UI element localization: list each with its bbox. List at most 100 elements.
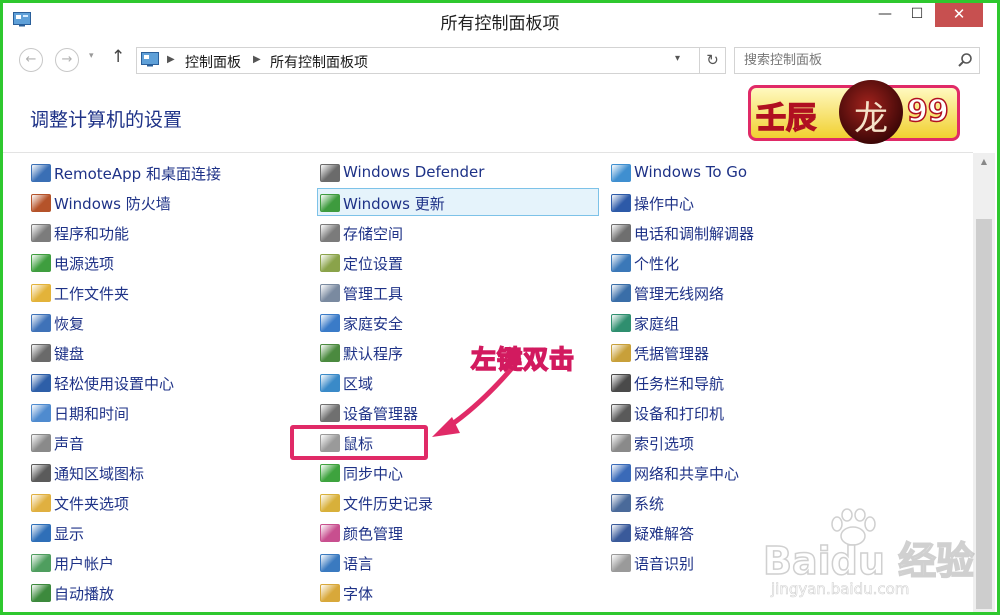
control-panel-item[interactable]: 电源选项 [28,248,288,276]
family-safety-icon [320,314,340,332]
control-panel-item[interactable]: 个性化 [608,248,848,276]
control-panel-item-label: 索引选项 [634,435,695,453]
control-panel-item-label: 管理无线网络 [634,285,725,303]
dragon-logo-glyph: 龙 [854,99,888,139]
control-panel-item[interactable]: 管理工具 [317,278,599,306]
fonts-icon [320,584,340,602]
control-panel-item[interactable]: 声音 [28,428,288,456]
control-panel-item[interactable]: 用户帐户 [28,548,288,576]
windows-defender-icon [320,164,340,182]
breadcrumb-all-items[interactable]: 所有控制面板项 [270,52,368,72]
mouse-item-highlight-box [290,425,428,460]
control-panel-item-label: 家庭组 [634,315,680,333]
dragon-logo: 龙 [839,80,903,144]
control-panel-item-label: 个性化 [634,255,680,273]
control-panel-item[interactable]: 电话和调制解调器 [608,218,848,246]
baidu-watermark: Baidu 经验 jingyan.baidu.com [753,508,983,603]
control-panel-item[interactable]: 文件夹选项 [28,488,288,516]
control-panel-item-label: 用户帐户 [54,555,115,573]
control-panel-item-label: 电源选项 [54,255,115,273]
search-input[interactable] [735,48,944,73]
default-programs-icon [320,344,340,362]
control-panel-item-label: 文件夹选项 [54,495,130,513]
search-icon[interactable] [957,52,973,68]
control-panel-item[interactable]: 文件历史记录 [317,488,599,516]
storage-spaces-icon [320,224,340,242]
control-panel-item-label: 系统 [634,495,665,513]
control-panel-item[interactable]: 恢复 [28,308,288,336]
control-panel-item[interactable]: 轻松使用设置中心 [28,368,288,396]
control-panel-item-label: 恢复 [54,315,85,333]
recent-locations-button[interactable]: ▾ [89,51,94,61]
control-panel-item-label: 显示 [54,525,85,543]
control-panel-item[interactable]: 设备和打印机 [608,398,848,426]
control-panel-item[interactable]: 日期和时间 [28,398,288,426]
breadcrumb-separator: ▶ [167,54,175,65]
control-panel-item[interactable]: Windows To Go [608,158,848,186]
control-panel-item[interactable]: 通知区域图标 [28,458,288,486]
scroll-up-arrow-icon[interactable]: ▲ [973,153,995,171]
control-panel-item-label: 操作中心 [634,195,695,213]
control-panel-item-label: 电话和调制解调器 [634,225,755,243]
up-button[interactable]: ↑ [111,47,125,67]
work-folders-icon [31,284,51,302]
control-panel-item[interactable]: 字体 [317,578,599,606]
control-panel-item[interactable]: 颜色管理 [317,518,599,546]
control-panel-item-label: 网络和共享中心 [634,465,740,483]
control-panel-item[interactable]: 操作中心 [608,188,848,216]
control-panel-item[interactable]: RemoteApp 和桌面连接 [28,158,288,186]
control-panel-item[interactable]: 定位设置 [317,248,599,276]
windows-to-go-icon [611,164,631,182]
control-panel-item[interactable]: 程序和功能 [28,218,288,246]
control-panel-item[interactable]: 键盘 [28,338,288,366]
control-panel-item[interactable]: 存储空间 [317,218,599,246]
control-panel-item[interactable]: 自动播放 [28,578,288,606]
control-panel-item[interactable]: 工作文件夹 [28,278,288,306]
troubleshooting-icon [611,524,631,542]
control-panel-item-label: 同步中心 [343,465,404,483]
address-history-dropdown[interactable]: ▾ [675,53,680,64]
control-panel-item[interactable]: 家庭安全 [317,308,599,336]
control-panel-item[interactable]: 语言 [317,548,599,576]
control-panel-item-label: 设备和打印机 [634,405,725,423]
homegroup-icon [611,314,631,332]
maximize-button[interactable]: ☐ [903,3,931,27]
control-panel-item[interactable]: 网络和共享中心 [608,458,848,486]
control-panel-item[interactable]: 家庭组 [608,308,848,336]
control-panel-item-label: 声音 [54,435,85,453]
back-button[interactable]: ← [19,48,43,72]
breadcrumb-separator: ▶ [253,54,261,65]
control-panel-item-label: RemoteApp 和桌面连接 [54,165,221,183]
control-panel-item[interactable]: 显示 [28,518,288,546]
breadcrumb-control-panel[interactable]: 控制面板 [185,52,241,72]
display-icon [31,524,51,542]
control-panel-item[interactable]: 同步中心 [317,458,599,486]
control-panel-item-label: 日期和时间 [54,405,130,423]
control-panel-item-label: 疑难解答 [634,525,695,543]
forward-button[interactable]: → [55,48,79,72]
control-panel-item[interactable]: Windows Defender [317,158,599,186]
address-bar[interactable]: ▶ 控制面板 ▶ 所有控制面板项 ▾ [136,47,700,74]
close-button[interactable]: ✕ [935,3,983,27]
control-panel-item-label: 语音识别 [634,555,695,573]
control-panel-item-label: 存储空间 [343,225,404,243]
folder-options-icon [31,494,51,512]
control-panel-item[interactable]: 索引选项 [608,428,848,456]
control-panel-item[interactable]: 凭据管理器 [608,338,848,366]
language-icon [320,554,340,572]
control-panel-item[interactable]: 管理无线网络 [608,278,848,306]
file-history-icon [320,494,340,512]
refresh-button[interactable]: ↻ [700,47,726,74]
power-options-icon [31,254,51,272]
control-panel-item[interactable]: Windows 更新 [317,188,599,216]
taskbar-icon [611,374,631,392]
control-panel-item[interactable]: Windows 防火墙 [28,188,288,216]
control-panel-item-label: 语言 [343,555,374,573]
control-panel-item-label: Windows 更新 [343,195,445,213]
control-panel-item[interactable]: 任务栏和导航 [608,368,848,396]
minimize-button[interactable]: — [871,3,899,27]
control-panel-item-label: 管理工具 [343,285,404,303]
control-panel-window: 所有控制面板项 — ☐ ✕ ← → ▾ ↑ ▶ 控制面板 ▶ 所有控制面板项 ▾… [3,3,997,612]
title-bar: 所有控制面板项 — ☐ ✕ [3,3,997,37]
control-panel-item-label: 字体 [343,585,374,603]
